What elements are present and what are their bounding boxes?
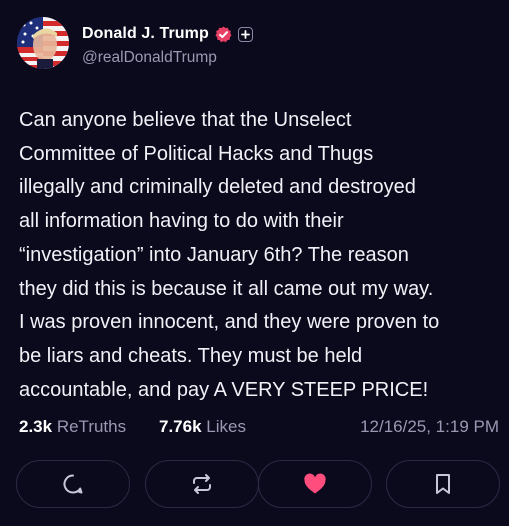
plus-badge-icon bbox=[237, 26, 253, 42]
bookmark-button[interactable] bbox=[386, 460, 500, 508]
retruths-count: 2.3k bbox=[19, 417, 53, 436]
avatar[interactable] bbox=[17, 17, 69, 69]
action-bar bbox=[16, 460, 500, 510]
post-header: Donald J. Trump @realDonaldTrump bbox=[17, 17, 497, 75]
like-button[interactable] bbox=[258, 460, 372, 508]
like-icon bbox=[304, 473, 326, 494]
post-stats: 2.3k ReTruths 7.76k Likes 12/16/25, 1:19… bbox=[19, 414, 499, 440]
post-timestamp[interactable]: 12/16/25, 1:19 PM bbox=[360, 417, 499, 437]
retruths-stat[interactable]: 2.3k ReTruths bbox=[19, 417, 126, 437]
retruth-icon bbox=[193, 474, 211, 494]
likes-label: Likes bbox=[206, 417, 246, 436]
bookmark-icon bbox=[436, 474, 450, 494]
likes-stat[interactable]: 7.76k Likes bbox=[159, 417, 246, 437]
verified-badge-icon bbox=[215, 26, 232, 43]
reply-button[interactable] bbox=[16, 460, 130, 508]
retruth-button[interactable] bbox=[145, 460, 259, 508]
retruths-label: ReTruths bbox=[56, 417, 127, 436]
author-display-name[interactable]: Donald J. Trump bbox=[82, 25, 209, 43]
avatar-image bbox=[17, 17, 69, 69]
likes-count: 7.76k bbox=[159, 417, 202, 436]
reply-icon bbox=[63, 474, 83, 494]
author-handle[interactable]: @realDonaldTrump bbox=[82, 49, 253, 67]
post-text: Can anyone believe that the Unselect Com… bbox=[19, 109, 440, 401]
